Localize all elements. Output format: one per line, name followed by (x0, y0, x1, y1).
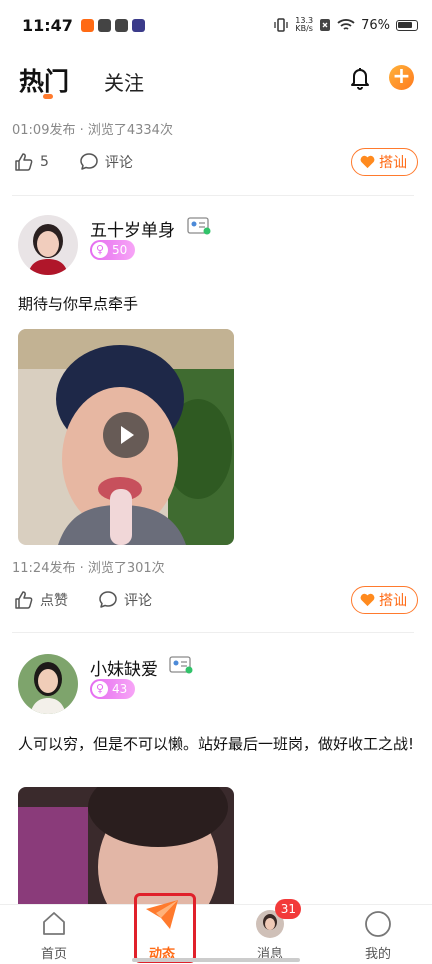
home-indicator (132, 958, 300, 962)
like-button[interactable]: 点赞 (14, 590, 68, 610)
verified-id-icon (169, 656, 193, 674)
comment-label: 评论 (104, 155, 133, 171)
sim-icon (320, 19, 331, 31)
vibrate-icon (274, 18, 288, 32)
tab-follow[interactable]: 关注 (104, 67, 144, 96)
dashan-button[interactable]: 搭讪 (351, 148, 418, 176)
avatar-image (18, 215, 78, 275)
comment-button[interactable]: 评论 (79, 152, 133, 172)
divider (12, 632, 414, 633)
age-value: 50 (112, 243, 128, 257)
home-icon (43, 912, 65, 935)
dashan-label: 搭讪 (379, 593, 407, 609)
post-actions: 5 评论 搭讪 (14, 147, 418, 177)
age-tag: ♀ 50 (90, 240, 136, 260)
like-button[interactable]: 5 (14, 152, 49, 172)
status-bar: 11:47 13.3 KB/s 76% (0, 0, 432, 50)
top-header: 热门 关注 + (0, 50, 432, 112)
unread-badge: 31 (275, 899, 302, 919)
video-thumbnail[interactable] (18, 329, 234, 545)
speed-unit: KB/s (295, 24, 313, 33)
avatar[interactable] (18, 215, 78, 275)
divider (12, 195, 414, 196)
mail-icon (114, 18, 128, 32)
tab-hot[interactable]: 热门 (19, 62, 69, 98)
video-thumbnail[interactable] (18, 787, 234, 904)
female-icon: ♀ (92, 681, 108, 697)
active-tab-indicator (43, 94, 53, 99)
avatar-image (18, 654, 78, 714)
comment-label: 评论 (124, 593, 152, 609)
app-notification-icon (97, 18, 111, 32)
nav-messages[interactable]: 31 消息 (216, 899, 324, 964)
post-actions: 点赞 评论 搭讪 (14, 585, 418, 615)
comment-icon (80, 153, 98, 170)
nav-mine[interactable]: 我的 (324, 905, 432, 964)
like-label: 点赞 (40, 593, 68, 609)
battery-icon (396, 19, 418, 31)
heart-icon (360, 155, 375, 169)
battery-percent: 76% (361, 17, 390, 33)
age-tag: ♀ 43 (90, 679, 136, 699)
app-notification-icon (131, 18, 145, 32)
post-meta: 11:24发布 · 浏览了301次 (12, 561, 165, 576)
comment-button[interactable]: 评论 (98, 590, 152, 610)
post-text: 期待与你早点牵手 (18, 295, 139, 313)
like-count: 5 (40, 154, 49, 170)
dashan-label: 搭讪 (379, 155, 407, 171)
comment-icon (99, 591, 117, 608)
thumbs-up-icon (15, 153, 33, 171)
add-post-button[interactable]: + (389, 65, 414, 90)
bell-icon[interactable] (346, 64, 374, 92)
post-text: 人可以穷，但是不可以懒。站好最后一班岗，做好收工之战! (18, 735, 415, 753)
heart-icon (360, 593, 375, 607)
thumbs-up-icon (15, 591, 33, 609)
status-time: 11:47 (22, 15, 73, 35)
post-meta: 01:09发布 · 浏览了4334次 (12, 123, 173, 138)
wifi-icon (337, 19, 355, 30)
nav-home-label: 首页 (40, 947, 67, 962)
female-icon: ♀ (92, 242, 108, 258)
app-notification-icon (80, 18, 94, 32)
avatar[interactable] (18, 654, 78, 714)
profile-icon (365, 911, 391, 937)
age-value: 43 (112, 682, 128, 696)
network-speed: 13.3 KB/s (295, 17, 313, 33)
video-image (18, 787, 234, 904)
bottom-nav: 首页 动态 31 消息 我的 (0, 899, 432, 964)
nav-mine-label: 我的 (364, 947, 391, 962)
notification-icons (80, 18, 145, 32)
play-icon[interactable] (103, 412, 149, 458)
selection-highlight (134, 893, 196, 963)
nav-home[interactable]: 首页 (0, 905, 108, 964)
user-name[interactable]: 小妹缺爱 (90, 655, 158, 680)
user-name[interactable]: 五十岁单身 (90, 216, 175, 241)
verified-id-icon (187, 217, 211, 235)
dashan-button[interactable]: 搭讪 (351, 586, 418, 614)
status-right: 13.3 KB/s 76% (273, 17, 418, 33)
